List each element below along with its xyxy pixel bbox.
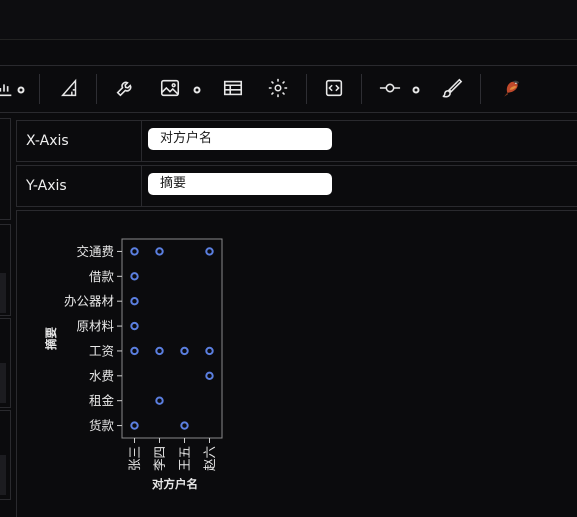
y-tick-label: 水费 [89,368,114,383]
data-point [155,346,164,356]
data-point [205,247,214,256]
y-tick-label: 原材料 [76,319,114,334]
x-tick-label: 王五 [177,446,192,471]
toolbar-divider [361,74,362,104]
code-icon[interactable] [322,76,346,100]
settings-small-icon[interactable] [15,81,27,94]
x-tick-label: 李四 [152,446,167,471]
data-point [130,346,139,356]
bird-logo-icon [498,74,526,102]
data-point [205,346,214,356]
commit-settings-icon[interactable] [410,81,422,94]
gear-icon[interactable] [266,76,290,100]
ruler-triangle-icon[interactable] [58,76,82,100]
wrench-icon[interactable] [113,76,137,100]
data-point [130,296,139,306]
data-point [130,272,139,281]
image-settings-icon[interactable] [191,81,203,94]
sub-header-bar [0,40,577,66]
y-tick-label: 工资 [89,343,114,358]
data-point [205,371,214,381]
x-tick-label: 张三 [127,446,142,471]
y-tick-label: 办公器材 [64,294,114,309]
left-panel-box [0,224,11,316]
scatter-chart[interactable]: 交通费借款办公器材原材料工资水费租金货款张三 李四 王五 赵六对方户名 摘要 [17,211,577,517]
data-point [155,396,164,405]
chart-icon[interactable] [0,76,16,100]
x-axis-row: X-Axis 对方户名 [16,120,577,162]
header-bar [0,0,577,40]
data-point [180,346,189,356]
x-axis-field[interactable]: 对方户名 [148,128,332,150]
y-tick-label: 货款 [89,418,115,433]
toolbar-divider [480,74,481,104]
image-icon[interactable] [158,76,182,100]
y-axis-field[interactable]: 摘要 [148,173,332,195]
y-axis-label: Y-Axis [17,166,142,206]
left-panel-box [0,118,11,220]
x-tick-label: 赵六 [202,446,217,471]
data-point [130,421,139,430]
data-point [180,421,189,430]
brush-icon[interactable] [440,76,464,100]
plot-panel: 交通费借款办公器材原材料工资水费租金货款 张三 李四 王五 赵六 对方户名 摘要 [16,210,577,517]
toolbar-divider [306,74,307,104]
commit-icon[interactable] [378,76,402,100]
data-point [130,247,139,256]
left-panel-box [0,318,11,408]
plot-frame [121,238,223,439]
left-panel-box [0,410,11,500]
y-tick-label: 交通费 [76,244,114,259]
data-point [155,247,164,256]
table-icon[interactable] [221,76,245,100]
x-axis-title: 对方户名 [152,477,198,491]
toolbar [0,66,577,113]
toolbar-divider [96,74,97,104]
y-axis-row: Y-Axis 摘要 [16,165,577,207]
data-point [130,321,139,331]
x-axis-label: X-Axis [17,121,142,161]
y-tick-label: 借款 [89,269,115,284]
left-panel-edge [0,118,11,516]
toolbar-divider [39,74,40,104]
y-axis-title: 摘要 [44,327,58,350]
y-tick-label: 租金 [89,393,115,408]
